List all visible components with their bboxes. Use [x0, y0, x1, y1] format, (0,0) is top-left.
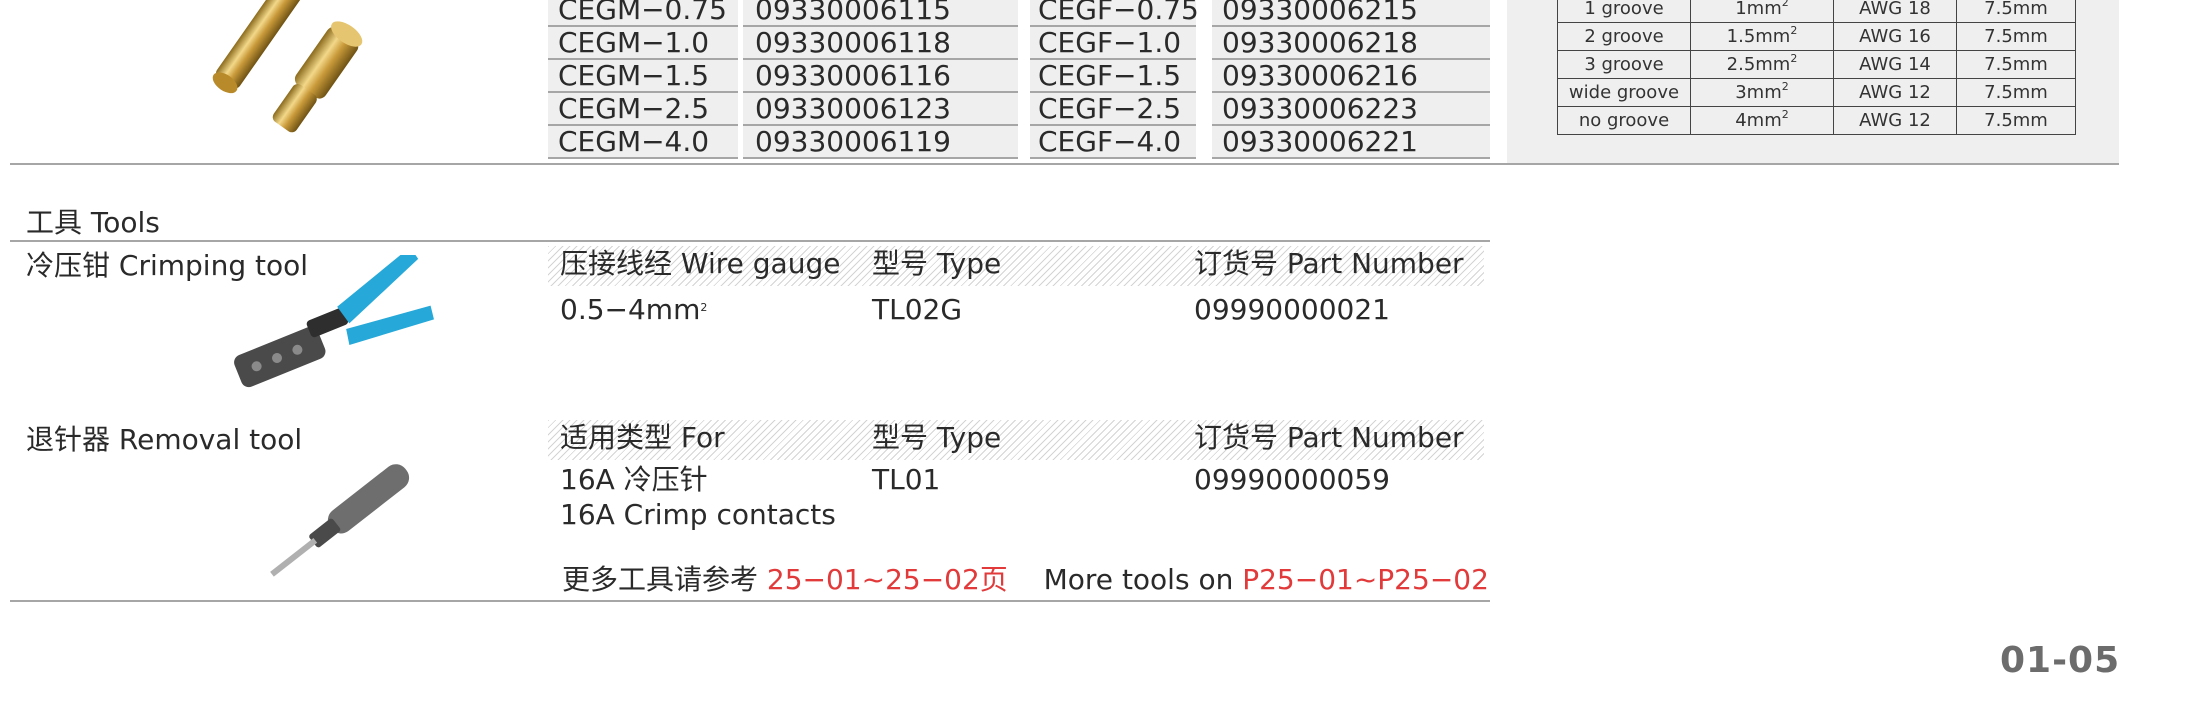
tools-bottom-rule [10, 600, 1490, 602]
removal-for-line2: 16A Crimp contacts [560, 498, 836, 531]
crimping-type: TL02G [872, 293, 963, 326]
groove-row: no groove 4mm2 AWG 12 7.5mm [1557, 106, 2076, 135]
groove-section-sup: 2 [1781, 0, 1789, 9]
contact-male-type: CEGM−0.75 [558, 0, 727, 26]
removal-tool-label: 退针器 Removal tool [26, 423, 303, 456]
groove-length: 7.5mm [1956, 78, 2076, 107]
contact-female-type: CEGF−1.0 [1038, 26, 1182, 59]
contact-row-rule [1030, 157, 1196, 159]
groove-length: 7.5mm [1956, 50, 2076, 79]
crimping-gauge: 0.5−4mm2 [560, 293, 708, 326]
contact-male-part-number: 09330006119 [755, 125, 951, 158]
section-divider [10, 163, 2119, 165]
groove-length: 7.5mm [1956, 22, 2076, 51]
crimping-col1-header: 压接线经 Wire gauge [560, 247, 841, 280]
contact-male-part-number: 09330006115 [755, 0, 951, 26]
contact-male-part-number: 09330006123 [755, 92, 951, 125]
contact-male-part-number: 09330006116 [755, 59, 951, 92]
page-number: 01-05 [2000, 640, 2121, 681]
groove-section-value: 1mm [1735, 0, 1782, 19]
contact-female-type: CEGF−1.5 [1038, 59, 1182, 92]
removal-col1-header: 适用类型 For [560, 421, 725, 454]
groove-section-sup: 2 [1781, 80, 1789, 93]
removal-type: TL01 [872, 463, 941, 496]
groove-length: 7.5mm [1956, 106, 2076, 135]
groove-row: 1 groove 1mm2 AWG 18 7.5mm [1557, 0, 2076, 23]
groove-section-sup: 2 [1781, 108, 1789, 121]
groove-awg: AWG 16 [1833, 22, 1957, 51]
contact-row-rule [548, 157, 738, 159]
groove-awg: AWG 12 [1833, 106, 1957, 135]
contact-male-type: CEGM−1.5 [558, 59, 710, 92]
groove-type: no groove [1557, 106, 1691, 135]
crimping-tool-image [210, 247, 440, 405]
contact-female-part-number: 09330006218 [1222, 26, 1418, 59]
groove-awg: AWG 14 [1833, 50, 1957, 79]
crimping-col2-header: 型号 Type [872, 247, 1002, 280]
contact-male-part-number: 09330006118 [755, 26, 951, 59]
contact-male-type: CEGM−2.5 [558, 92, 710, 125]
contact-row-rule [743, 157, 1018, 159]
groove-section-sup: 2 [1790, 24, 1798, 37]
groove-table: 1 groove 1mm2 AWG 18 7.5mm 2 groove 1.5mm2 AWG… [1557, 0, 2076, 135]
groove-awg: AWG 18 [1833, 0, 1957, 23]
groove-type: 2 groove [1557, 22, 1691, 51]
contact-row-rule [1212, 157, 1490, 159]
groove-type: 1 groove [1557, 0, 1691, 23]
contact-female-part-number: 09330006216 [1222, 59, 1418, 92]
groove-type: 3 groove [1557, 50, 1691, 79]
more-tools-note: 更多工具请参考 25−01~25−02页 More tools on P25−0… [562, 563, 1489, 596]
contact-female-type: CEGF−4.0 [1038, 125, 1182, 158]
crimping-col3-header: 订货号 Part Number [1194, 247, 1464, 280]
contact-female-type: CEGF−0.75 [1038, 0, 1199, 26]
contact-male-type: CEGM−1.0 [558, 26, 710, 59]
removal-tool-image [235, 460, 435, 590]
groove-section: 1mm2 [1690, 0, 1834, 23]
contact-female-part-number: 09330006223 [1222, 92, 1418, 125]
groove-section-value: 1.5mm [1726, 26, 1791, 47]
groove-section: 3mm2 [1690, 78, 1834, 107]
removal-col3-header: 订货号 Part Number [1194, 421, 1464, 454]
groove-awg: AWG 12 [1833, 78, 1957, 107]
groove-row: 3 groove 2.5mm2 AWG 14 7.5mm [1557, 50, 2076, 79]
contact-male-type: CEGM−4.0 [558, 125, 710, 158]
removal-for-line1: 16A 冷压针 [560, 463, 708, 496]
contact-female-type: CEGF−2.5 [1038, 92, 1182, 125]
crimping-part-number: 09990000021 [1194, 293, 1390, 326]
groove-section-value: 2.5mm [1726, 54, 1791, 75]
tools-section-title: 工具 Tools [26, 206, 160, 239]
groove-section: 4mm2 [1690, 106, 1834, 135]
groove-section-value: 4mm [1735, 110, 1782, 131]
tools-title-rule [10, 240, 1490, 242]
groove-section: 1.5mm2 [1690, 22, 1834, 51]
groove-row: 2 groove 1.5mm2 AWG 16 7.5mm [1557, 22, 2076, 51]
contact-female-part-number: 09330006215 [1222, 0, 1418, 26]
groove-section: 2.5mm2 [1690, 50, 1834, 79]
groove-length: 7.5mm [1956, 0, 2076, 23]
removal-part-number: 09990000059 [1194, 463, 1390, 496]
contact-female-part-number: 09330006221 [1222, 125, 1418, 158]
contacts-image [190, 0, 390, 150]
removal-col2-header: 型号 Type [872, 421, 1002, 454]
groove-section-value: 3mm [1735, 82, 1782, 103]
groove-row: wide groove 3mm2 AWG 12 7.5mm [1557, 78, 2076, 107]
groove-section-sup: 2 [1790, 52, 1798, 65]
groove-type: wide groove [1557, 78, 1691, 107]
